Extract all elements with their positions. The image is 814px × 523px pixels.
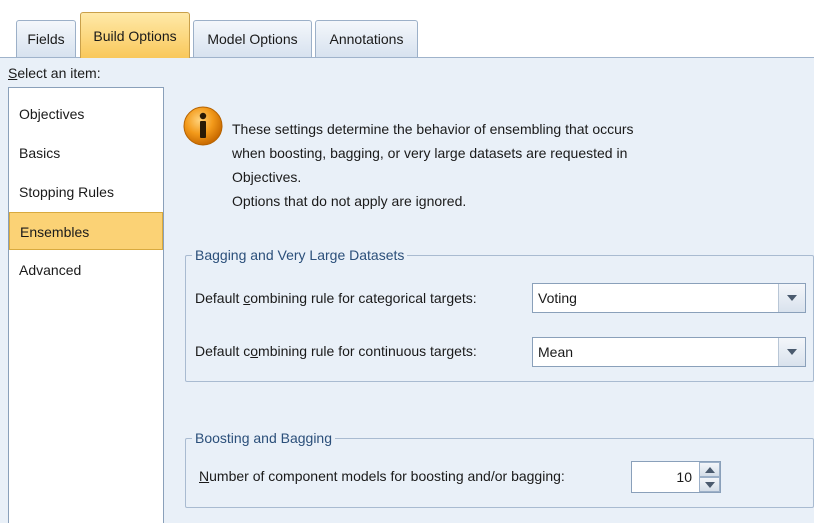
tab-fields[interactable]: Fields	[16, 20, 76, 57]
info-line: Options that do not apply are ignored.	[232, 193, 467, 209]
list-item-objectives[interactable]: Objectives	[9, 95, 163, 133]
continuous-rule-value: Mean	[538, 344, 574, 360]
item-list[interactable]: Objectives Basics Stopping Rules Ensembl…	[8, 87, 164, 523]
list-item-stopping-rules[interactable]: Stopping Rules	[9, 173, 163, 211]
tab-annotations[interactable]: Annotations	[315, 20, 418, 57]
categorical-rule-dropdown[interactable]: Voting	[532, 283, 806, 313]
chevron-down-icon[interactable]	[778, 338, 805, 366]
categorical-rule-label: Default combining rule for categorical t…	[195, 290, 477, 306]
info-line: when boosting, bagging, or very large da…	[232, 145, 628, 161]
info-message: These settings determine the behavior of…	[232, 117, 732, 213]
component-models-value[interactable]: 10	[676, 462, 692, 492]
select-item-label: Select an item:	[8, 65, 101, 81]
boosting-group-title: Boosting and Bagging	[192, 429, 335, 447]
info-icon	[182, 105, 224, 147]
spin-down-icon[interactable]	[699, 477, 720, 492]
tab-build-options[interactable]: Build Options	[80, 12, 190, 58]
spin-up-icon[interactable]	[699, 462, 720, 477]
component-models-spinner[interactable]: 10	[631, 461, 721, 493]
component-models-label: Number of component models for boosting …	[199, 468, 565, 484]
continuous-rule-label: Default combining rule for continuous ta…	[195, 343, 477, 359]
chevron-down-icon[interactable]	[778, 284, 805, 312]
list-item-advanced[interactable]: Advanced	[9, 251, 163, 289]
categorical-rule-value: Voting	[538, 290, 577, 306]
tab-bar: Fields Build Options Model Options Annot…	[0, 0, 814, 58]
info-line: Objectives.	[232, 169, 302, 185]
continuous-rule-dropdown[interactable]: Mean	[532, 337, 806, 367]
tab-model-options[interactable]: Model Options	[193, 20, 312, 57]
build-options-dialog: Fields Build Options Model Options Annot…	[0, 0, 814, 523]
list-item-ensembles[interactable]: Ensembles	[9, 212, 163, 250]
bagging-group-title: Bagging and Very Large Datasets	[192, 246, 408, 264]
info-line: These settings determine the behavior of…	[232, 121, 634, 137]
list-item-basics[interactable]: Basics	[9, 134, 163, 172]
